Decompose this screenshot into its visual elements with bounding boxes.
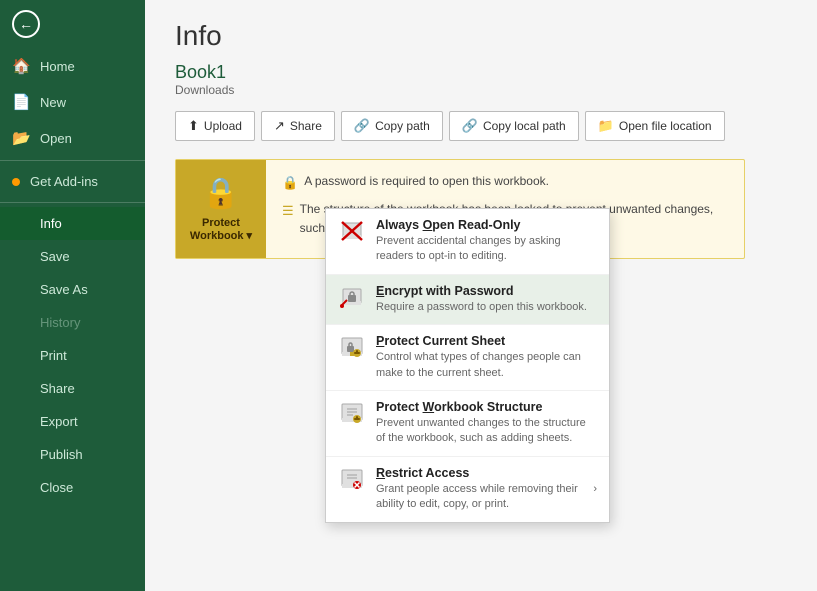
sidebar-item-get-add-ins[interactable]: Get Add-ins bbox=[0, 165, 145, 198]
restrict-access-desc: Grant people access while removing their… bbox=[376, 482, 583, 513]
encrypt-icon bbox=[338, 284, 366, 312]
share-label: Share bbox=[290, 119, 322, 133]
sidebar-item-close-label: Close bbox=[40, 480, 73, 495]
page-title: Info bbox=[175, 20, 787, 52]
protect-sheet-icon bbox=[338, 334, 366, 362]
protect-detail-icon-1: 🔒 bbox=[282, 173, 298, 194]
copy-path-label: Copy path bbox=[375, 119, 430, 133]
sidebar-item-print-label: Print bbox=[40, 348, 67, 363]
sidebar-item-new[interactable]: 📄 New bbox=[0, 84, 145, 120]
sidebar-item-history[interactable]: History bbox=[0, 306, 145, 339]
sidebar-item-save-label: Save bbox=[40, 249, 70, 264]
dropdown-item-always-open-read-only[interactable]: Always Open Read-Only Prevent accidental… bbox=[326, 209, 609, 275]
sidebar-item-open-label: Open bbox=[40, 131, 72, 146]
protect-workbook-label: ProtectWorkbook ▾ bbox=[190, 217, 252, 242]
protect-structure-desc: Prevent unwanted changes to the structur… bbox=[376, 416, 597, 447]
copy-local-path-button[interactable]: 🔗 Copy local path bbox=[449, 111, 579, 141]
sidebar-item-info-label: Info bbox=[40, 216, 62, 231]
sidebar-item-save-as-label: Save As bbox=[40, 282, 88, 297]
upload-icon: ⬆ bbox=[188, 118, 199, 134]
sidebar-item-share[interactable]: Share bbox=[0, 372, 145, 405]
sidebar: ← 🏠 Home 📄 New 📂 Open Get Add-ins Info S… bbox=[0, 0, 145, 591]
share-btn-icon: ↗ bbox=[274, 118, 285, 134]
upload-label: Upload bbox=[204, 119, 242, 133]
protect-dropdown-menu: Always Open Read-Only Prevent accidental… bbox=[325, 208, 610, 523]
open-file-location-button[interactable]: 📁 Open file location bbox=[585, 111, 725, 141]
sidebar-item-export-label: Export bbox=[40, 414, 78, 429]
protect-structure-title: Protect Workbook Structure bbox=[376, 400, 597, 414]
sidebar-item-close[interactable]: Close bbox=[0, 471, 145, 504]
always-open-icon bbox=[338, 218, 366, 246]
main-content: Info Book1 Downloads ⬆ Upload ↗ Share 🔗 … bbox=[145, 0, 817, 591]
sidebar-item-export[interactable]: Export bbox=[0, 405, 145, 438]
open-file-location-label: Open file location bbox=[619, 119, 712, 133]
restrict-access-arrow: › bbox=[593, 483, 597, 495]
sidebar-item-history-label: History bbox=[40, 315, 80, 330]
always-open-title: Always Open Read-Only bbox=[376, 218, 597, 232]
copy-path-icon: 🔗 bbox=[354, 118, 370, 134]
sidebar-item-publish-label: Publish bbox=[40, 447, 83, 462]
copy-local-path-icon: 🔗 bbox=[462, 118, 478, 134]
add-ins-dot bbox=[12, 178, 20, 186]
file-name: Book1 bbox=[175, 62, 787, 83]
restrict-access-icon bbox=[338, 466, 366, 494]
sidebar-item-home[interactable]: 🏠 Home bbox=[0, 48, 145, 84]
dropdown-item-protect-workbook-structure[interactable]: Protect Workbook Structure Prevent unwan… bbox=[326, 391, 609, 457]
copy-local-path-label: Copy local path bbox=[483, 119, 566, 133]
sidebar-item-save[interactable]: Save bbox=[0, 240, 145, 273]
dropdown-item-protect-current-sheet[interactable]: Protect Current Sheet Control what types… bbox=[326, 325, 609, 391]
sidebar-item-open[interactable]: 📂 Open bbox=[0, 120, 145, 156]
file-path: Downloads bbox=[175, 83, 787, 97]
dropdown-item-encrypt-with-password[interactable]: Encrypt with Password Require a password… bbox=[326, 275, 609, 325]
open-location-icon: 📁 bbox=[598, 118, 614, 134]
encrypt-desc: Require a password to open this workbook… bbox=[376, 300, 597, 315]
protect-detail-icon-2: ☰ bbox=[282, 201, 294, 222]
upload-button[interactable]: ⬆ Upload bbox=[175, 111, 255, 141]
back-icon: ← bbox=[12, 10, 40, 38]
copy-path-button[interactable]: 🔗 Copy path bbox=[341, 111, 443, 141]
restrict-access-content: Restrict Access Grant people access whil… bbox=[376, 466, 583, 513]
share-button[interactable]: ↗ Share bbox=[261, 111, 335, 141]
toolbar: ⬆ Upload ↗ Share 🔗 Copy path 🔗 Copy loca… bbox=[175, 111, 787, 141]
protect-detail-text-1: A password is required to open this work… bbox=[304, 172, 549, 191]
sidebar-item-share-label: Share bbox=[40, 381, 75, 396]
lock-icon: 🔒 bbox=[202, 176, 239, 211]
dropdown-item-restrict-access[interactable]: Restrict Access Grant people access whil… bbox=[326, 457, 609, 522]
open-icon: 📂 bbox=[12, 129, 30, 147]
always-open-desc: Prevent accidental changes by asking rea… bbox=[376, 234, 597, 265]
protect-structure-icon bbox=[338, 400, 366, 428]
sidebar-item-print[interactable]: Print bbox=[0, 339, 145, 372]
restrict-access-title: Restrict Access bbox=[376, 466, 583, 480]
new-icon: 📄 bbox=[12, 93, 30, 111]
protect-sheet-desc: Control what types of changes people can… bbox=[376, 350, 597, 381]
sidebar-divider-2 bbox=[0, 202, 145, 203]
protect-icon-area[interactable]: 🔒 ProtectWorkbook ▾ bbox=[176, 160, 266, 258]
sidebar-item-get-add-ins-label: Get Add-ins bbox=[30, 174, 98, 189]
protect-sheet-title: Protect Current Sheet bbox=[376, 334, 597, 348]
sidebar-divider-1 bbox=[0, 160, 145, 161]
encrypt-content: Encrypt with Password Require a password… bbox=[376, 284, 597, 315]
sidebar-item-new-label: New bbox=[40, 95, 66, 110]
always-open-content: Always Open Read-Only Prevent accidental… bbox=[376, 218, 597, 265]
sidebar-item-save-as[interactable]: Save As bbox=[0, 273, 145, 306]
protect-detail-row-1: 🔒 A password is required to open this wo… bbox=[282, 172, 728, 194]
protect-sheet-content: Protect Current Sheet Control what types… bbox=[376, 334, 597, 381]
protect-structure-content: Protect Workbook Structure Prevent unwan… bbox=[376, 400, 597, 447]
home-icon: 🏠 bbox=[12, 57, 30, 75]
sidebar-item-home-label: Home bbox=[40, 59, 75, 74]
sidebar-item-publish[interactable]: Publish bbox=[0, 438, 145, 471]
encrypt-title: Encrypt with Password bbox=[376, 284, 597, 298]
back-button[interactable]: ← bbox=[0, 0, 145, 48]
sidebar-item-info[interactable]: Info bbox=[0, 207, 145, 240]
